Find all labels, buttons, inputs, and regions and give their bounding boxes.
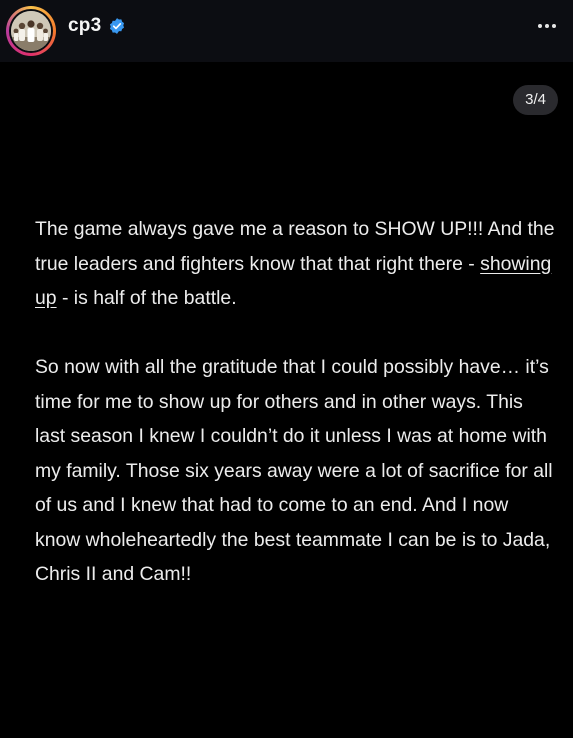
verified-badge-icon <box>109 18 125 34</box>
paragraph-1: The game always gave me a reason to SHOW… <box>35 212 555 316</box>
dot <box>545 24 549 28</box>
post-header: cp3 <box>0 0 573 62</box>
paragraph-1-start: The game always gave me a reason to SHOW… <box>35 218 555 275</box>
carousel-counter: 3/4 <box>513 85 558 115</box>
avatar[interactable] <box>11 11 51 51</box>
paragraph-1-end: - is half of the battle. <box>56 287 237 309</box>
post-caption: The game always gave me a reason to SHOW… <box>35 212 555 626</box>
dot <box>552 24 556 28</box>
username[interactable]: cp3 <box>68 15 101 37</box>
paragraph-2: So now with all the gratitude that I cou… <box>35 356 553 585</box>
more-options-icon[interactable] <box>533 14 561 38</box>
avatar-photo-icon <box>11 11 51 51</box>
dot <box>538 24 542 28</box>
story-ring[interactable] <box>6 6 56 56</box>
